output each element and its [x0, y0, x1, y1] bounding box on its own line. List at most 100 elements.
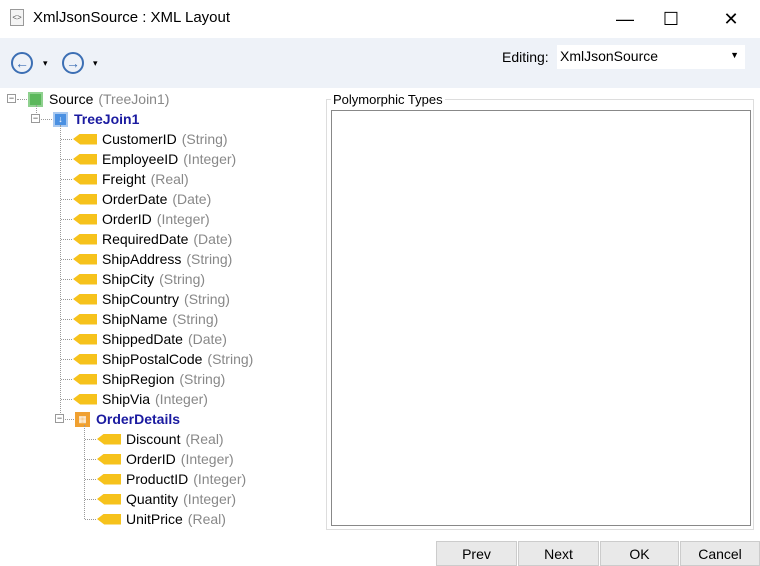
collapse-treejoin-toggle[interactable]: −: [31, 114, 40, 123]
tree-node-source[interactable]: Source (TreeJoin1): [28, 89, 169, 109]
tree-node-field[interactable]: ShipAddress (String): [73, 249, 232, 269]
polymorphic-types-list[interactable]: [331, 110, 751, 526]
node-name: Freight: [102, 171, 146, 187]
node-type: (String): [207, 351, 254, 367]
tree-line: [60, 125, 61, 419]
close-button[interactable]: ✕: [708, 0, 754, 38]
polymorphic-types-label: Polymorphic Types: [331, 92, 445, 107]
node-type: (Integer): [180, 451, 234, 467]
node-name: Discount: [126, 431, 181, 447]
tree-line: [61, 159, 72, 160]
cancel-button[interactable]: Cancel: [680, 541, 760, 566]
tree-node-field[interactable]: ShipVia (Integer): [73, 389, 208, 409]
field-tag-icon: [97, 433, 121, 445]
tree-node-field[interactable]: Freight (Real): [73, 169, 189, 189]
field-tag-icon: [73, 193, 97, 205]
ok-button[interactable]: OK: [600, 541, 679, 566]
prev-button[interactable]: Prev: [436, 541, 517, 566]
tree-line: [65, 419, 74, 420]
field-tag-icon: [97, 473, 121, 485]
field-tag-icon: [73, 353, 97, 365]
tree-node-field[interactable]: ShipCountry (String): [73, 289, 230, 309]
node-type: (Integer): [193, 471, 247, 487]
node-name: Source: [49, 91, 94, 107]
tree-node-field[interactable]: RequiredDate (Date): [73, 229, 232, 249]
node-name: ShipName: [102, 311, 168, 327]
field-tag-icon: [73, 213, 97, 225]
node-type: (Date): [187, 331, 227, 347]
tree-line: [85, 459, 96, 460]
tree-node-field[interactable]: OrderID (Integer): [73, 209, 210, 229]
tree-node-field[interactable]: ShipCity (String): [73, 269, 205, 289]
tree-node-field[interactable]: ShipName (String): [73, 309, 218, 329]
tree-node-field[interactable]: ProductID (Integer): [97, 469, 246, 489]
node-name: ShipRegion: [102, 371, 175, 387]
node-type: (Real): [185, 431, 224, 447]
tree-line: [61, 379, 72, 380]
node-name: RequiredDate: [102, 231, 189, 247]
field-tag-icon: [73, 333, 97, 345]
node-name: ShipAddress: [102, 251, 182, 267]
maximize-button[interactable]: ☐: [648, 0, 694, 38]
field-tag-icon: [73, 253, 97, 265]
minimize-button[interactable]: —: [602, 0, 648, 38]
tree-line: [61, 259, 72, 260]
field-tag-icon: [73, 373, 97, 385]
node-name: CustomerID: [102, 131, 177, 147]
node-type: (Integer): [183, 151, 237, 167]
node-name: Quantity: [126, 491, 179, 507]
node-type: (Integer): [183, 491, 237, 507]
node-name: OrderDate: [102, 191, 168, 207]
field-tag-icon: [73, 293, 97, 305]
field-tag-icon: [97, 493, 121, 505]
node-name: EmployeeID: [102, 151, 179, 167]
field-tag-icon: [73, 133, 97, 145]
tree-line: [61, 179, 72, 180]
tree-line: [61, 219, 72, 220]
back-arrow-icon[interactable]: ←: [11, 52, 33, 74]
node-type: (Date): [193, 231, 233, 247]
node-type: (Integer): [156, 211, 210, 227]
app-icon: <>: [10, 9, 24, 26]
tree-node-field[interactable]: Discount (Real): [97, 429, 224, 449]
field-tag-icon: [97, 453, 121, 465]
tree-line: [85, 519, 96, 520]
chevron-down-icon: ▼: [730, 50, 739, 60]
tree-line: [61, 239, 72, 240]
node-name: ShipCity: [102, 271, 155, 287]
node-type: (String): [184, 291, 230, 307]
node-name: OrderID: [102, 211, 152, 227]
node-type: (String): [159, 271, 206, 287]
tree-node-field[interactable]: Quantity (Integer): [97, 489, 236, 509]
editing-value: XmlJsonSource: [560, 48, 659, 64]
tree-line: [61, 339, 72, 340]
tree-node-field[interactable]: OrderID (Integer): [97, 449, 234, 469]
tree-node-field[interactable]: UnitPrice (Real): [97, 509, 226, 529]
collapse-source-toggle[interactable]: −: [7, 94, 16, 103]
tree-line: [85, 479, 96, 480]
editing-select[interactable]: XmlJsonSource ▼: [557, 45, 745, 69]
node-type: (Real): [150, 171, 189, 187]
tree-node-treejoin1[interactable]: ↓ TreeJoin1: [53, 109, 139, 129]
tree-line: [61, 199, 72, 200]
orderdetails-icon: ▦: [75, 411, 90, 427]
forward-dropdown-icon[interactable]: ▾: [93, 58, 98, 69]
tree-node-field[interactable]: EmployeeID (Integer): [73, 149, 236, 169]
field-tag-icon: [73, 153, 97, 165]
field-tag-icon: [73, 233, 97, 245]
tree-line: [17, 99, 27, 100]
next-button[interactable]: Next: [518, 541, 599, 566]
tree-node-field[interactable]: ShipPostalCode (String): [73, 349, 253, 369]
tree-line: [85, 499, 96, 500]
tree-node-field[interactable]: CustomerID (String): [73, 129, 228, 149]
node-name: ShipCountry: [102, 291, 180, 307]
tree-node-orderdetails[interactable]: ▦ OrderDetails: [75, 409, 180, 429]
node-name: ShippedDate: [102, 331, 183, 347]
window-title: XmlJsonSource : XML Layout: [33, 9, 231, 26]
tree-node-field[interactable]: ShippedDate (Date): [73, 329, 227, 349]
tree-node-field[interactable]: OrderDate (Date): [73, 189, 211, 209]
back-dropdown-icon[interactable]: ▾: [43, 58, 48, 69]
forward-arrow-icon[interactable]: →: [62, 52, 84, 74]
tree-node-field[interactable]: ShipRegion (String): [73, 369, 225, 389]
collapse-orderdetails-toggle[interactable]: −: [55, 414, 64, 423]
